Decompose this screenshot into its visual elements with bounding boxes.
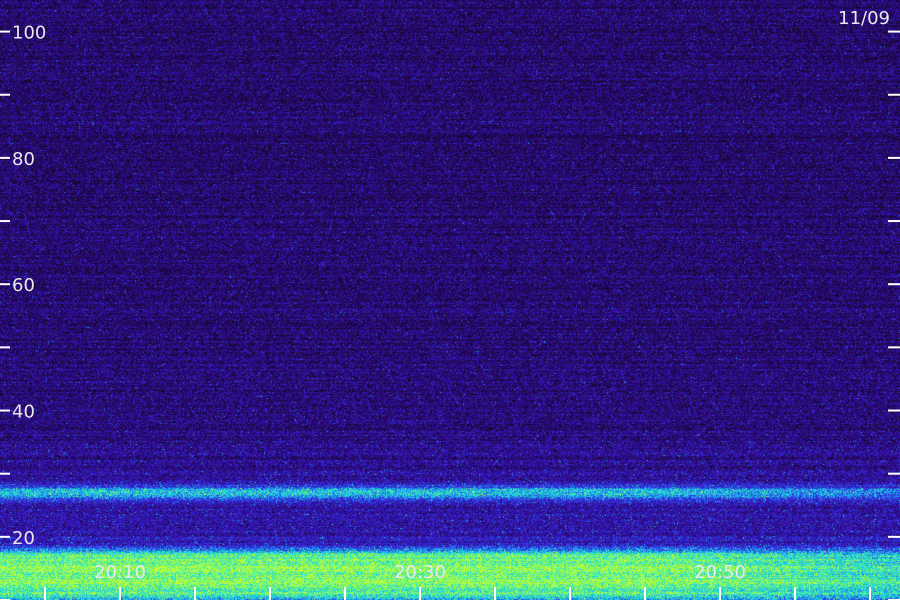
- x-tick-label: 20:50: [694, 562, 746, 583]
- axes-overlay: 20 40 60 80 100 20:10 20:30 20:50 11/09: [0, 8, 900, 600]
- spectrogram-chart: 20 40 60 80 100 20:10 20:30 20:50 11/09: [0, 0, 900, 600]
- x-tick-label: 20:30: [394, 562, 446, 583]
- y-axis-left: 20 40 60 80 100: [0, 23, 46, 600]
- y-tick-label: 80: [12, 149, 35, 170]
- x-axis: 20:10 20:30 20:50: [44, 562, 871, 600]
- x-tick-label: 20:10: [94, 562, 146, 583]
- date-label: 11/09: [838, 8, 890, 29]
- y-tick-label: 20: [12, 528, 35, 549]
- y-tick-label: 60: [12, 275, 35, 296]
- y-tick-label: 100: [12, 23, 46, 44]
- y-axis-right: [888, 30, 900, 600]
- y-tick-label: 40: [12, 402, 35, 423]
